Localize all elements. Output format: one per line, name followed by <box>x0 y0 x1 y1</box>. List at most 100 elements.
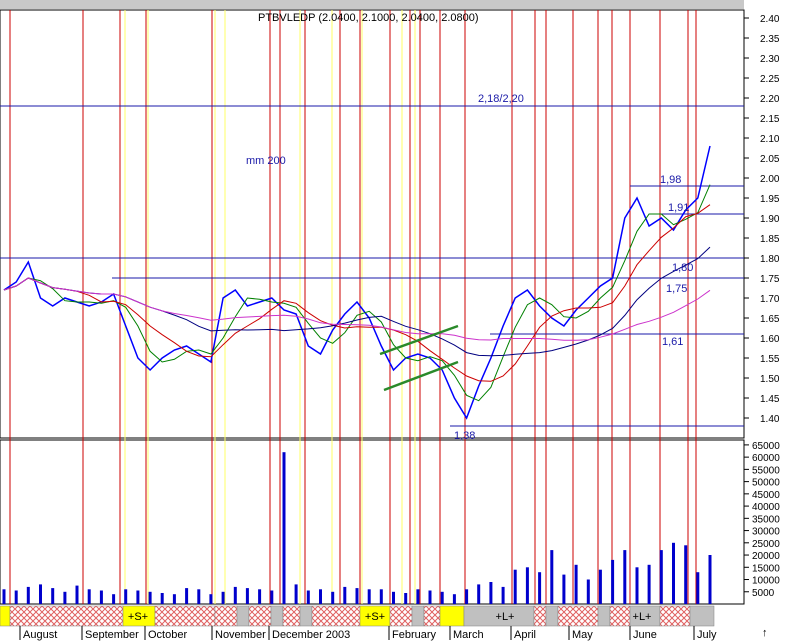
level-label: 1,75 <box>666 283 687 295</box>
chart-title: PTBVLEDP (2.0400, 2.1000, 2.0400, 2.0800… <box>258 12 479 24</box>
month-label: November <box>215 629 266 641</box>
signal-band-segment <box>597 605 611 627</box>
volume-bar <box>331 591 335 604</box>
month-label: June <box>633 629 657 641</box>
header-bar <box>0 0 744 9</box>
volume-bar <box>26 586 30 604</box>
month-label: September <box>85 629 139 641</box>
month-label: March <box>453 629 484 641</box>
price-tick-label: 1.60 <box>760 334 780 345</box>
signal-label: +L+ <box>633 611 652 623</box>
price-tick-label: 1.45 <box>760 394 780 405</box>
volume-bar <box>245 588 249 604</box>
price-tick-label: 1.95 <box>760 194 780 205</box>
volume-bar <box>87 589 91 604</box>
month-label: July <box>697 629 717 641</box>
volume-bar <box>477 584 481 604</box>
volume-bar <box>538 572 542 604</box>
volume-tick-label: 40000 <box>752 502 780 513</box>
volume-bar <box>282 452 286 604</box>
volume-bar <box>623 550 627 604</box>
price-tick-label: 2.35 <box>760 34 780 45</box>
volume-bar <box>696 572 700 604</box>
volume-panel <box>0 439 745 605</box>
volume-bar <box>489 582 493 604</box>
signal-band-segment <box>423 605 441 627</box>
signal-band-segment <box>533 605 547 627</box>
volume-bar <box>258 589 262 604</box>
month-label: May <box>572 629 593 641</box>
signal-band-segment <box>299 605 313 627</box>
volume-bar <box>586 579 590 604</box>
volume-bar <box>160 593 164 604</box>
signal-band-segment <box>609 605 631 627</box>
stock-chart: 2.40 2.35 2.30 2.25 2.20 2.15 2.10 2.05 2.00 1.95… <box>0 0 780 641</box>
price-tick-label: 2.30 <box>760 54 780 65</box>
volume-bar <box>465 589 469 604</box>
volume-bar <box>270 590 274 604</box>
volume-bar <box>148 591 152 604</box>
volume-bar <box>75 585 79 604</box>
volume-bar <box>63 591 67 604</box>
signal-label: +S+ <box>365 611 385 623</box>
price-tick-label: 2.05 <box>760 154 780 165</box>
volume-tick-label: 60000 <box>752 453 780 464</box>
level-label: 1,80 <box>672 262 693 274</box>
volume-bar <box>525 567 529 604</box>
volume-bar <box>379 589 383 604</box>
price-tick-label: 1.40 <box>760 414 780 425</box>
volume-bar <box>611 559 615 604</box>
price-tick-label: 1.85 <box>760 234 780 245</box>
volume-tick-label: 65000 <box>752 441 780 452</box>
signal-band-segment <box>545 605 559 627</box>
signal-label: +S+ <box>128 611 148 623</box>
month-label: October <box>148 629 187 641</box>
level-label: 2,18/2,20 <box>478 93 524 105</box>
signal-band-segment <box>659 605 691 627</box>
volume-bar <box>136 590 140 604</box>
price-tick-label: 2.10 <box>760 134 780 145</box>
volume-tick-label: 55000 <box>752 465 780 476</box>
month-label: April <box>514 629 536 641</box>
level-label: 1,61 <box>662 336 683 348</box>
month-label: December 2003 <box>272 629 350 641</box>
price-tick-label: 2.40 <box>760 14 780 25</box>
price-tick-label: 1.70 <box>760 294 780 305</box>
volume-tick-label: 45000 <box>752 490 780 501</box>
price-tick-label: 1.75 <box>760 274 780 285</box>
signal-band-segment <box>311 605 361 627</box>
volume-bar <box>112 594 116 604</box>
volume-bar <box>562 574 566 604</box>
price-tick-label: 1.65 <box>760 314 780 325</box>
price-panel <box>0 9 745 439</box>
volume-bar <box>647 564 651 604</box>
volume-bar <box>404 593 408 604</box>
volume-bar <box>452 594 456 604</box>
volume-bar <box>233 586 237 604</box>
volume-bar <box>172 594 176 604</box>
volume-tick-label: 5000 <box>752 588 775 599</box>
volume-bar <box>2 589 6 604</box>
signal-band-segment <box>689 605 715 627</box>
volume-bar <box>440 591 444 604</box>
price-tick-label: 1.55 <box>760 354 780 365</box>
signal-band-segment <box>389 605 413 627</box>
price-tick-label: 1.50 <box>760 374 780 385</box>
volume-bar <box>39 584 42 604</box>
volume-bar <box>185 588 189 604</box>
volume-bar <box>392 591 395 604</box>
signal-band-segment <box>0 605 11 627</box>
volume-bar <box>513 569 517 604</box>
volume-bar <box>14 590 18 604</box>
volume-bar <box>124 589 128 604</box>
level-label: 1,98 <box>660 174 681 186</box>
volume-bar <box>343 586 347 604</box>
signal-band-segment <box>282 605 301 627</box>
scroll-up-icon[interactable]: ↑ <box>762 627 768 639</box>
volume-tick-label: 25000 <box>752 539 780 550</box>
volume-bar <box>428 590 432 604</box>
signal-band-segment <box>270 605 284 627</box>
signal-band-segment <box>9 605 124 627</box>
signal-band-segment <box>248 605 272 627</box>
volume-bar <box>708 555 712 604</box>
